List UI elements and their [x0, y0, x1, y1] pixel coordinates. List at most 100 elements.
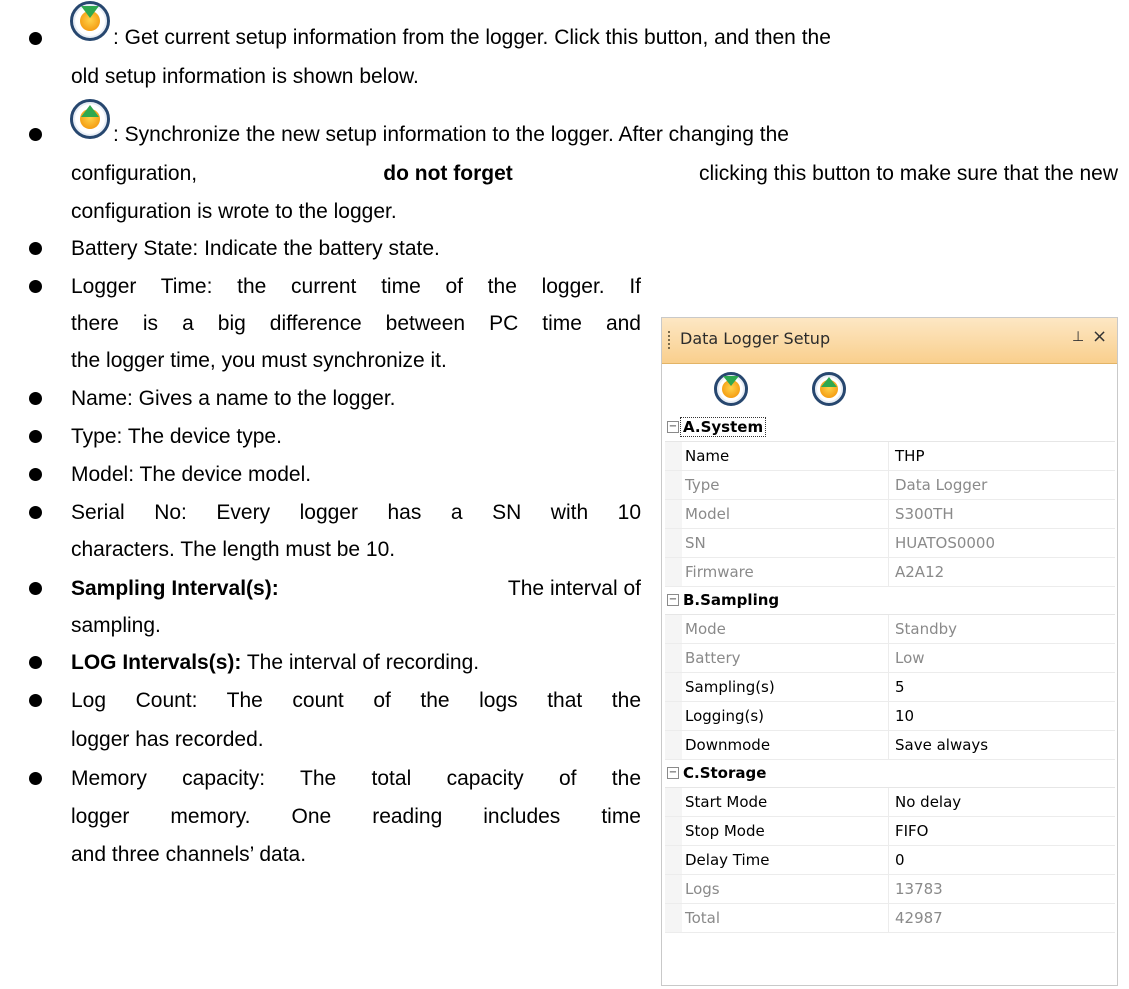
property-value: Standby	[895, 620, 958, 638]
property-row-downmode[interactable]: Downmode Save always	[665, 731, 1115, 760]
panel-toolbar	[662, 364, 1117, 413]
bullet-dot	[29, 242, 42, 255]
sampling-interval-line2: sampling.	[71, 614, 161, 637]
property-value[interactable]: 10	[895, 707, 914, 725]
log-interval-item: LOG Intervals(s): The interval of record…	[71, 645, 479, 680]
property-name: Stop Mode	[685, 822, 765, 840]
property-value: HUATOS0000	[895, 534, 996, 552]
memory-capacity-line2: logger memory. One reading includes time	[71, 805, 641, 828]
property-row-start-mode[interactable]: Start Mode No delay	[665, 788, 1115, 817]
collapse-icon[interactable]: −	[667, 767, 679, 779]
property-name: Total	[685, 909, 721, 927]
pin-icon[interactable]: ⊥	[1072, 329, 1084, 345]
sampling-interval-line1: Sampling Interval(s): The interval of	[71, 571, 641, 606]
property-name: Type	[685, 476, 720, 494]
property-grid: − A.System Name THP Type Data Logger Model…	[665, 414, 1115, 933]
serial-no-line1: Serial No: Every logger has a SN with 10	[71, 501, 641, 524]
property-name: Delay Time	[685, 851, 770, 869]
property-name: Firmware	[685, 563, 754, 581]
sync-setup-button[interactable]	[812, 372, 846, 406]
property-row-sampling[interactable]: Sampling(s) 5	[665, 673, 1115, 702]
serial-no-line2: characters. The length must be 10.	[71, 538, 396, 561]
bullet-dot	[29, 32, 42, 45]
panel-title-bar[interactable]: Data Logger Setup ⊥ ×	[662, 318, 1117, 364]
bullet-dot	[29, 506, 42, 519]
bullet-dot	[29, 430, 42, 443]
drag-grip-icon[interactable]	[668, 331, 672, 349]
bullet-dot	[29, 468, 42, 481]
data-logger-setup-panel: Data Logger Setup ⊥ × − A.System Name TH…	[661, 317, 1118, 986]
category-label: B.Sampling	[683, 591, 780, 609]
collapse-icon[interactable]: −	[667, 421, 679, 433]
property-name: Model	[685, 505, 731, 523]
property-row-model: Model S300TH	[665, 500, 1115, 529]
property-value: A2A12	[895, 563, 945, 581]
bullet-dot	[29, 392, 42, 405]
category-label: C.Storage	[683, 764, 767, 782]
property-name: Logging(s)	[685, 707, 765, 725]
sync-desc-part-b: clicking this button to make sure that t…	[698, 162, 1118, 185]
property-row-delay-time[interactable]: Delay Time 0	[665, 846, 1115, 875]
property-name: Battery	[685, 649, 741, 667]
property-value: 42987	[895, 909, 943, 927]
battery-state-item: Battery State: Indicate the battery stat…	[71, 237, 440, 260]
property-value[interactable]: 5	[895, 678, 905, 696]
property-row-stop-mode[interactable]: Stop Mode FIFO	[665, 817, 1115, 846]
panel-title: Data Logger Setup	[680, 329, 831, 348]
property-row-firmware: Firmware A2A12	[665, 558, 1115, 587]
property-value[interactable]: FIFO	[895, 822, 929, 840]
bullet-dot	[29, 656, 42, 669]
log-count-line2: logger has recorded.	[71, 728, 264, 751]
get-setup-desc-line2: old setup information is shown below.	[71, 65, 419, 88]
bullet-dot	[29, 582, 42, 595]
property-name: SN	[685, 534, 706, 552]
manual-page: : Get current setup information from the…	[0, 0, 1129, 989]
property-row-name[interactable]: Name THP	[665, 442, 1115, 471]
property-value: S300TH	[895, 505, 954, 523]
property-row-battery: Battery Low	[665, 644, 1115, 673]
log-count-line1: Log Count: The count of the logs that th…	[71, 689, 641, 712]
property-row-logs: Logs 13783	[665, 875, 1115, 904]
property-value[interactable]: Save always	[895, 736, 988, 754]
property-row-sn: SN HUATOS0000	[665, 529, 1115, 558]
property-value: Low	[895, 649, 925, 667]
property-name: Sampling(s)	[685, 678, 775, 696]
property-name: Mode	[685, 620, 726, 638]
category-label: A.System	[679, 417, 767, 437]
memory-capacity-line3: and three channels’ data.	[71, 843, 307, 866]
sampling-interval-text: The interval of	[507, 577, 641, 600]
property-name: Logs	[685, 880, 720, 898]
property-value[interactable]: THP	[895, 447, 925, 465]
property-name: Name	[685, 447, 730, 465]
bullet-dot	[29, 694, 42, 707]
sync-setup-desc-line2: configuration, do not forget clicking th…	[71, 156, 1118, 191]
property-row-type: Type Data Logger	[665, 471, 1115, 500]
get-setup-icon	[70, 1, 110, 41]
category-storage[interactable]: − C.Storage	[665, 760, 1115, 788]
sync-desc-bold: do not forget	[383, 162, 513, 185]
category-system[interactable]: − A.System	[665, 414, 1115, 442]
log-interval-label: LOG Intervals(s):	[71, 651, 242, 674]
property-value[interactable]: 0	[895, 851, 905, 869]
property-row-total: Total 42987	[665, 904, 1115, 933]
close-icon[interactable]: ×	[1092, 326, 1107, 347]
property-name: Downmode	[685, 736, 771, 754]
sync-desc-part-a: configuration,	[71, 162, 198, 185]
memory-capacity-line1: Memory capacity: The total capacity of t…	[71, 767, 641, 790]
bullet-dot	[29, 280, 42, 293]
property-value[interactable]: No delay	[895, 793, 961, 811]
collapse-icon[interactable]: −	[667, 594, 679, 606]
bullet-dot	[29, 772, 42, 785]
logger-time-line2: there is a big difference between PC tim…	[71, 312, 641, 335]
property-row-logging[interactable]: Logging(s) 10	[665, 702, 1115, 731]
property-name: Start Mode	[685, 793, 768, 811]
get-setup-button[interactable]	[714, 372, 748, 406]
model-item: Model: The device model.	[71, 463, 312, 486]
property-value: 13783	[895, 880, 943, 898]
name-item: Name: Gives a name to the logger.	[71, 387, 396, 410]
sync-setup-icon	[70, 99, 110, 139]
category-sampling[interactable]: − B.Sampling	[665, 587, 1115, 615]
type-item: Type: The device type.	[71, 425, 282, 448]
log-interval-text: The interval of recording.	[241, 651, 480, 674]
sync-setup-desc-line3: configuration is wrote to the logger.	[71, 200, 397, 223]
